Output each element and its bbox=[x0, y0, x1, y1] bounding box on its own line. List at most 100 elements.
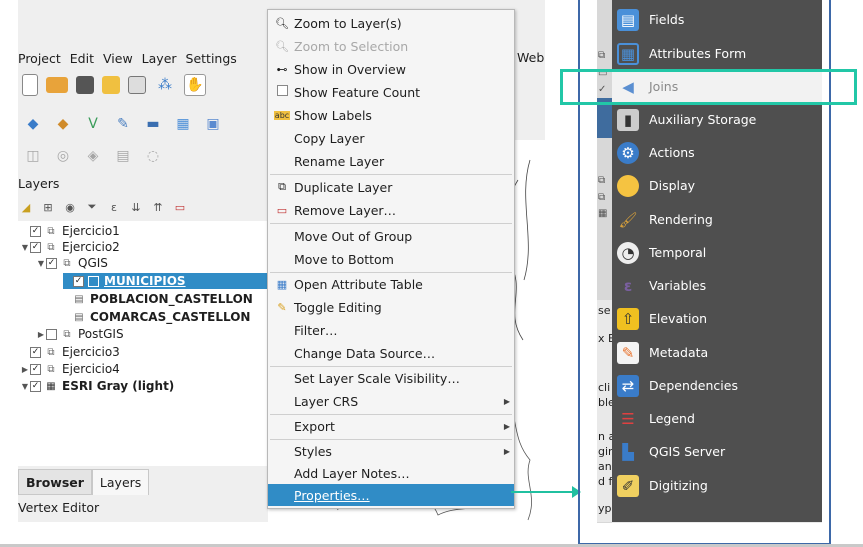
layer-checkbox[interactable] bbox=[46, 328, 57, 340]
table-icon: ▤ bbox=[74, 311, 84, 323]
group-icon: ⧉ bbox=[47, 241, 55, 253]
menu-settings[interactable]: Settings bbox=[186, 51, 237, 66]
layer-checkbox[interactable]: ✓ bbox=[73, 275, 84, 287]
menu-item-change-data-source[interactable]: Change Data Source… bbox=[268, 342, 514, 364]
menu-project[interactable]: Project bbox=[18, 51, 61, 66]
dock-tabs: Browser Layers bbox=[18, 469, 150, 495]
tree-item-poblacion-castellon[interactable]: ▤ POBLACION_CASTELLON bbox=[73, 291, 253, 307]
menu-item-filter[interactable]: Filter… bbox=[268, 319, 514, 341]
expand-arrow-icon[interactable]: ▼ bbox=[36, 259, 46, 268]
add-delimited-text-icon[interactable]: V bbox=[82, 113, 104, 135]
menu-item-show-in-overview[interactable]: ⊷ Show in Overview bbox=[268, 58, 514, 80]
menu-item-export[interactable]: Export ▶ bbox=[268, 415, 514, 437]
collapse-all-icon[interactable]: ⇈ bbox=[150, 199, 166, 215]
layer-checkbox[interactable]: ✓ bbox=[30, 363, 41, 375]
print-layout-icon[interactable] bbox=[128, 76, 146, 94]
expand-arrow-icon[interactable]: ▼ bbox=[20, 243, 30, 252]
tree-item-municipios[interactable]: ✓ MUNICIPIOS bbox=[63, 273, 268, 289]
tab-browser[interactable]: Browser bbox=[18, 469, 92, 495]
layer-checkbox[interactable]: ✓ bbox=[30, 225, 41, 237]
measure-icon: ▤ bbox=[116, 148, 130, 164]
polygon-layer-icon bbox=[88, 275, 99, 287]
annotation-icon: ◌ bbox=[146, 148, 160, 164]
submenu-arrow-icon: ▶ bbox=[503, 396, 510, 406]
menu-web[interactable]: Web bbox=[517, 50, 544, 65]
remove-icon: ▭ bbox=[276, 203, 288, 217]
layer-checkbox[interactable]: ✓ bbox=[30, 241, 41, 253]
expand-arrow-icon[interactable]: ▼ bbox=[20, 382, 30, 391]
menu-item-set-scale-visibility[interactable]: Set Layer Scale Visibility… bbox=[268, 367, 514, 389]
save-icon[interactable] bbox=[76, 76, 94, 94]
group-icon: ⧉ bbox=[63, 257, 71, 269]
group-icon: ⧉ bbox=[47, 346, 55, 358]
menu-item-zoom-to-layer[interactable]: 🔍︎ Zoom to Layer(s) bbox=[268, 12, 514, 34]
open-styling-icon[interactable]: ◢ bbox=[18, 199, 34, 215]
menu-item-duplicate-layer[interactable]: ⧉ Duplicate Layer bbox=[268, 176, 514, 198]
add-spatialite-icon[interactable]: ✎ bbox=[112, 113, 134, 135]
expand-all-icon[interactable]: ⇊ bbox=[128, 199, 144, 215]
labels-icon: abc bbox=[274, 110, 290, 120]
group-icon: ⧉ bbox=[47, 225, 55, 237]
group-icon: ⧉ bbox=[47, 363, 55, 375]
tree-item-ejercicio4[interactable]: ▶ ✓ ⧉ Ejercicio4 bbox=[20, 361, 120, 377]
menu-edit[interactable]: Edit bbox=[70, 51, 94, 66]
add-postgis-icon[interactable]: ▬ bbox=[142, 113, 164, 135]
filter-expression-icon[interactable]: ε bbox=[106, 199, 122, 215]
tree-item-ejercicio1[interactable]: ✓ ⧉ Ejercicio1 bbox=[20, 223, 120, 239]
menu-view[interactable]: View bbox=[103, 51, 133, 66]
tree-item-qgis[interactable]: ▼ ✓ ⧉ QGIS bbox=[36, 255, 108, 271]
save-as-icon[interactable] bbox=[102, 76, 120, 94]
manage-visibility-icon[interactable]: ◉ bbox=[62, 199, 78, 215]
layer-checkbox[interactable]: ✓ bbox=[30, 346, 41, 358]
layer-tree: ✓ ⧉ Ejercicio1 ▼ ✓ ⧉ Ejercicio2 ▼ ✓ ⧉ QGIS… bbox=[18, 221, 268, 466]
tree-item-ejercicio3[interactable]: ✓ ⧉ Ejercicio3 bbox=[20, 344, 120, 360]
menu-item-move-to-bottom[interactable]: Move to Bottom bbox=[268, 248, 514, 270]
new-project-icon[interactable] bbox=[22, 74, 38, 96]
menu-item-properties[interactable]: Properties… bbox=[268, 484, 514, 506]
annotation-arrow bbox=[511, 491, 575, 493]
remove-layer-icon[interactable]: ▭ bbox=[172, 199, 188, 215]
open-folder-icon[interactable] bbox=[46, 77, 68, 93]
layer-context-menu: 🔍︎ Zoom to Layer(s) 🔍︎ Zoom to Selection ⊷… bbox=[267, 9, 515, 509]
submenu-arrow-icon: ▶ bbox=[503, 446, 510, 456]
menu-layer[interactable]: Layer bbox=[142, 51, 177, 66]
pencil-icon: ✎ bbox=[277, 300, 287, 314]
layer-checkbox[interactable]: ✓ bbox=[46, 257, 57, 269]
filter-legend-icon[interactable]: ⏷ bbox=[84, 199, 100, 215]
menu-item-show-feature-count[interactable]: Show Feature Count bbox=[268, 81, 514, 103]
tree-item-comarcas-castellon[interactable]: ▤ COMARCAS_CASTELLON bbox=[73, 309, 250, 325]
menu-item-copy-layer[interactable]: Copy Layer bbox=[268, 127, 514, 149]
layout-manager-icon[interactable]: ⁂ bbox=[154, 74, 176, 96]
tree-item-esri-gray[interactable]: ▼ ✓ ▦ ESRI Gray (light) bbox=[20, 378, 174, 394]
tab-layers[interactable]: Layers bbox=[91, 469, 150, 495]
layers-panel-toolbar: ◢ ⊞ ◉ ⏷ ε ⇊ ⇈ ▭ bbox=[18, 196, 194, 218]
menu-separator bbox=[270, 174, 512, 175]
menu-separator bbox=[270, 223, 512, 224]
add-raster-layer-icon[interactable]: ◆ bbox=[52, 113, 74, 135]
table-icon: ▤ bbox=[74, 293, 84, 305]
menu-item-move-out-of-group[interactable]: Move Out of Group bbox=[268, 225, 514, 247]
tree-item-ejercicio2[interactable]: ▼ ✓ ⧉ Ejercicio2 bbox=[20, 239, 120, 255]
submenu-arrow-icon: ▶ bbox=[503, 421, 510, 431]
collapse-arrow-icon[interactable]: ▶ bbox=[20, 365, 30, 374]
tree-item-postgis[interactable]: ▶ ⧉ PostGIS bbox=[36, 326, 124, 342]
menu-item-toggle-editing[interactable]: ✎ Toggle Editing bbox=[268, 296, 514, 318]
menu-item-add-layer-notes[interactable]: Add Layer Notes… bbox=[268, 462, 514, 484]
menu-item-rename-layer[interactable]: Rename Layer bbox=[268, 150, 514, 172]
menu-item-remove-layer[interactable]: ▭ Remove Layer… bbox=[268, 199, 514, 221]
menu-item-show-labels[interactable]: abc Show Labels bbox=[268, 104, 514, 126]
add-wms-icon[interactable]: ▣ bbox=[202, 113, 224, 135]
identify-icon: ◈ bbox=[87, 148, 99, 164]
checkbox-icon bbox=[274, 85, 290, 99]
add-mesh-icon[interactable]: ▦ bbox=[172, 113, 194, 135]
add-group-icon[interactable]: ⊞ bbox=[40, 199, 56, 215]
duplicate-icon: ⧉ bbox=[278, 180, 286, 193]
menu-item-open-attribute-table[interactable]: ▦ Open Attribute Table bbox=[268, 273, 514, 295]
menu-item-styles[interactable]: Styles ▶ bbox=[268, 440, 514, 462]
group-icon: ⧉ bbox=[63, 328, 71, 340]
add-vector-layer-icon[interactable]: ◆ bbox=[22, 113, 44, 135]
menu-item-layer-crs[interactable]: Layer CRS ▶ bbox=[268, 390, 514, 412]
layer-checkbox[interactable]: ✓ bbox=[30, 380, 41, 392]
pan-hand-icon[interactable]: ✋ bbox=[184, 74, 206, 96]
collapse-arrow-icon[interactable]: ▶ bbox=[36, 330, 46, 339]
